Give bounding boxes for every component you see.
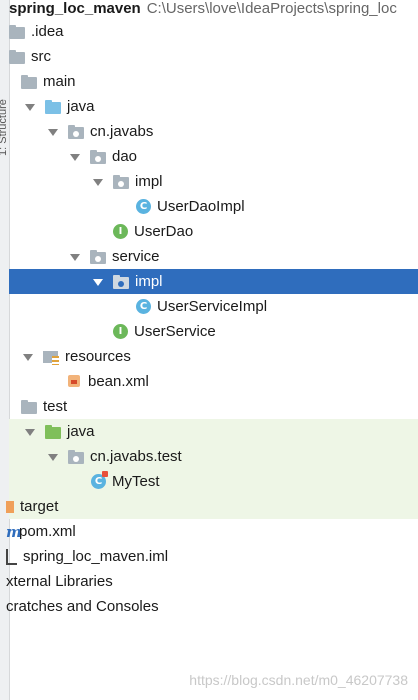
chevron-down-icon[interactable] bbox=[23, 100, 37, 114]
package-icon bbox=[68, 449, 84, 465]
tree-row-dao-impl[interactable]: impl bbox=[9, 169, 418, 194]
package-icon bbox=[90, 149, 106, 165]
chevron-down-icon[interactable] bbox=[91, 175, 105, 189]
tree-label: java bbox=[67, 98, 95, 115]
tree-row-dao[interactable]: dao bbox=[9, 144, 418, 169]
tree-label: cn.javabs.test bbox=[90, 448, 182, 465]
maven-icon: m bbox=[6, 522, 22, 541]
tree-row-pom-xml[interactable]: m pom.xml bbox=[6, 519, 418, 544]
tree-row-external-libraries[interactable]: xternal Libraries bbox=[6, 569, 418, 594]
tree-row-src[interactable]: src bbox=[9, 44, 418, 69]
tree-label: bean.xml bbox=[88, 373, 149, 390]
tree-label: UserDaoImpl bbox=[157, 198, 245, 215]
folder-icon bbox=[21, 74, 37, 90]
tree-row-bean-xml[interactable]: bean.xml bbox=[9, 369, 418, 394]
tree-label: pom.xml bbox=[19, 523, 76, 540]
project-path: C:\Users\love\IdeaProjects\spring_loc bbox=[146, 0, 397, 17]
tree-row-idea[interactable]: .idea bbox=[9, 19, 418, 44]
excluded-folder-icon bbox=[6, 500, 14, 513]
tree-row-userdao[interactable]: I UserDao bbox=[9, 219, 418, 244]
project-name: spring_loc_maven bbox=[9, 0, 141, 17]
tree-row-test[interactable]: test bbox=[9, 394, 418, 419]
tree-label: .idea bbox=[31, 23, 64, 40]
tree-label: dao bbox=[112, 148, 138, 165]
chevron-down-icon[interactable] bbox=[23, 425, 37, 439]
tree-label: xternal Libraries bbox=[6, 573, 113, 590]
tree-row-main-java[interactable]: java bbox=[9, 94, 418, 119]
test-source-folder-icon bbox=[45, 424, 61, 440]
folder-icon bbox=[9, 24, 25, 40]
tree-label: target bbox=[20, 498, 59, 515]
tree-row-target[interactable]: target bbox=[6, 494, 418, 519]
chevron-down-icon[interactable] bbox=[68, 250, 82, 264]
class-icon: C bbox=[136, 299, 151, 314]
tree-row-userservice[interactable]: I UserService bbox=[9, 319, 418, 344]
package-icon bbox=[90, 249, 106, 265]
package-icon bbox=[113, 274, 129, 290]
chevron-down-icon[interactable] bbox=[21, 350, 35, 364]
interface-icon: I bbox=[113, 224, 128, 239]
tree-label: src bbox=[31, 48, 51, 65]
interface-icon: I bbox=[113, 324, 128, 339]
tree-label: test bbox=[43, 398, 68, 415]
tree-row-cn-javabs-test[interactable]: cn.javabs.test bbox=[9, 444, 418, 469]
tree-label: UserDao bbox=[134, 223, 194, 240]
structure-tab-label[interactable]: 1: Structure bbox=[0, 6, 8, 156]
package-icon bbox=[113, 174, 129, 190]
tree-label: java bbox=[67, 423, 95, 440]
tree-row-userserviceimpl[interactable]: C UserServiceImpl bbox=[9, 294, 418, 319]
resources-folder-icon bbox=[43, 349, 59, 365]
package-icon bbox=[68, 124, 84, 140]
iml-file-icon bbox=[6, 548, 17, 565]
tree-row-service-impl[interactable]: impl bbox=[9, 269, 418, 294]
tree-label: service bbox=[112, 248, 160, 265]
tree-row-iml[interactable]: spring_loc_maven.iml bbox=[6, 544, 418, 569]
tree-label: impl bbox=[135, 173, 163, 190]
tree-label: UserService bbox=[134, 323, 216, 340]
tree-row-resources[interactable]: resources bbox=[9, 344, 418, 369]
folder-icon bbox=[9, 49, 25, 65]
test-class-icon: C bbox=[91, 471, 108, 489]
tree-row-userdaoimpl[interactable]: C UserDaoImpl bbox=[9, 194, 418, 219]
tree-row-scratches[interactable]: cratches and Consoles bbox=[6, 594, 418, 619]
chevron-down-icon[interactable] bbox=[46, 125, 60, 139]
watermark-text: https://blog.csdn.net/m0_46207738 bbox=[189, 672, 408, 688]
tree-row-main[interactable]: main bbox=[9, 69, 418, 94]
tree-label: cn.javabs bbox=[90, 123, 154, 140]
tree-label: cratches and Consoles bbox=[6, 598, 159, 615]
chevron-down-icon[interactable] bbox=[46, 450, 60, 464]
tree-label: main bbox=[43, 73, 76, 90]
source-folder-icon bbox=[45, 99, 61, 115]
xml-file-icon bbox=[66, 374, 82, 390]
tree-row-mytest[interactable]: C MyTest bbox=[9, 469, 418, 494]
project-root-row[interactable]: spring_loc_maven C:\Users\love\IdeaProje… bbox=[9, 0, 418, 21]
tree-label: impl bbox=[135, 273, 163, 290]
tree-label: UserServiceImpl bbox=[157, 298, 268, 315]
tree-label: resources bbox=[65, 348, 131, 365]
tree-row-cn-javabs[interactable]: cn.javabs bbox=[9, 119, 418, 144]
chevron-down-icon[interactable] bbox=[68, 150, 82, 164]
class-icon: C bbox=[136, 199, 151, 214]
tree-label: MyTest bbox=[112, 473, 160, 490]
tree-label: spring_loc_maven.iml bbox=[23, 548, 169, 565]
folder-icon bbox=[21, 399, 37, 415]
chevron-down-icon[interactable] bbox=[91, 275, 105, 289]
tree-row-test-java[interactable]: java bbox=[9, 419, 418, 444]
tree-row-service[interactable]: service bbox=[9, 244, 418, 269]
